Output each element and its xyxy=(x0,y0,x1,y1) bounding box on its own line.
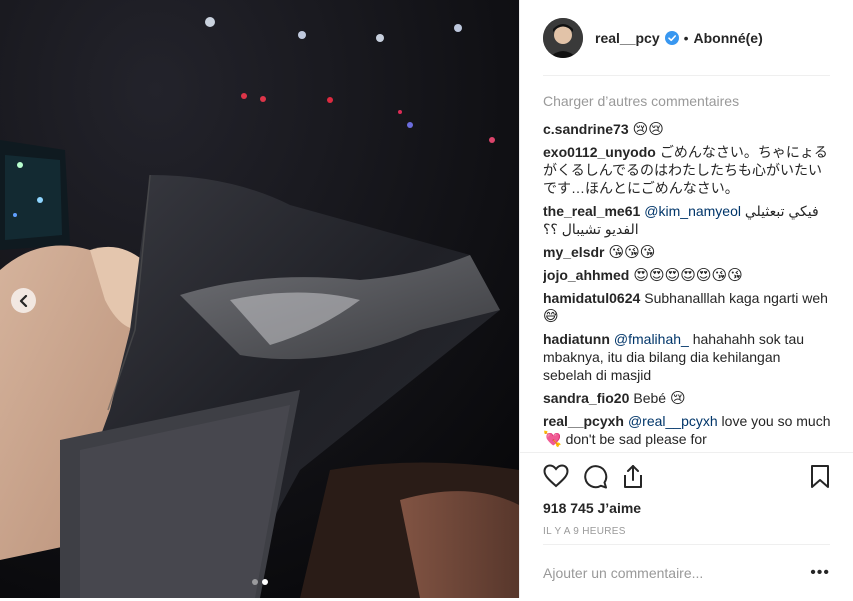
comment-item: hadiatunn @fmalihah_ hahahahh sok tau mba… xyxy=(543,330,833,384)
carousel-dot xyxy=(251,579,258,585)
action-bar xyxy=(520,452,853,500)
comment-item: sandra_fio20 Bebé 😢 xyxy=(543,389,833,407)
avatar[interactable] xyxy=(543,18,583,58)
comment-username[interactable]: my_elsdr xyxy=(543,244,604,260)
comment-username[interactable]: sandra_fio20 xyxy=(543,390,629,406)
carousel-prev-button[interactable] xyxy=(11,288,36,313)
comment-username[interactable]: the_real_me61 xyxy=(543,203,640,219)
comment-item: real__pcyxh @real__pcyxh love you so much… xyxy=(543,412,833,448)
heart-icon xyxy=(543,464,569,488)
post-sidebar: real__pcy • Abonné(e) Charger d’autres c… xyxy=(519,0,853,598)
comment-emoji: 💘 xyxy=(543,430,562,448)
carousel-indicator xyxy=(0,579,519,585)
share-button[interactable] xyxy=(621,464,645,494)
comment-item: c.sandrine73 😢😢 xyxy=(543,120,833,138)
comment-item: exo0112_unyodo ごめんなさい。ちゃにょるがくるしんでるのはわたしたち… xyxy=(543,143,833,197)
comment-button[interactable] xyxy=(583,464,608,494)
comment-item: jojo_ahhmed 😍😍😍😍😍😘😘 xyxy=(543,266,833,284)
comments-list[interactable]: Charger d’autres commentaires c.sandrine… xyxy=(543,76,833,452)
comment-username[interactable]: jojo_ahhmed xyxy=(543,267,629,283)
following-button[interactable]: Abonné(e) xyxy=(694,30,763,46)
post-photo[interactable] xyxy=(0,0,519,598)
comment-text: Subhanalllah kaga ngarti weh xyxy=(644,290,828,306)
comment-mention[interactable]: @real__pcyxh xyxy=(628,413,718,429)
save-button[interactable] xyxy=(810,464,830,494)
post-header: real__pcy • Abonné(e) xyxy=(520,0,853,76)
post-container: real__pcy • Abonné(e) Charger d’autres c… xyxy=(0,0,853,598)
chevron-left-icon xyxy=(19,294,27,307)
comment-text: don't be sad please for xyxy=(561,431,707,447)
comment-text: love you so much xyxy=(717,413,831,429)
comment-username[interactable]: real__pcyxh xyxy=(543,413,624,429)
comment-input[interactable] xyxy=(543,565,783,581)
header-separator: • xyxy=(683,30,689,46)
comment-text: Bebé xyxy=(633,390,670,406)
post-timestamp[interactable]: IL Y A 9 HEURES xyxy=(543,526,626,537)
comment-emoji: 😢😢 xyxy=(632,120,664,138)
share-icon xyxy=(624,465,642,488)
bookmark-icon xyxy=(811,465,829,488)
comment-item: my_elsdr 😘😘😘 xyxy=(543,243,833,261)
likes-count[interactable]: 918 745 J’aime xyxy=(543,500,641,516)
comment-emoji: 😢 xyxy=(669,389,686,407)
like-button[interactable] xyxy=(543,464,569,493)
more-options-button[interactable]: ••• xyxy=(810,564,830,582)
comment-mention[interactable]: @fmalihah_ xyxy=(614,331,689,347)
comment-item: the_real_me61 @kim_namyeol فيكي تبعثيلي ا… xyxy=(543,202,833,238)
comment-username[interactable]: exo0112_unyodo xyxy=(543,144,656,160)
verified-badge-icon xyxy=(664,31,679,45)
comment-username[interactable]: hadiatunn xyxy=(543,331,610,347)
comment-bubble-icon xyxy=(584,465,608,489)
load-more-comments-link[interactable]: Charger d’autres commentaires xyxy=(543,92,833,110)
comment-username[interactable]: hamidatul0624 xyxy=(543,290,640,306)
comment-mention[interactable]: @kim_namyeol xyxy=(644,203,741,219)
add-comment-form: ••• xyxy=(543,544,830,601)
avatar-image xyxy=(543,18,583,58)
comment-emoji: 😘😘😘 xyxy=(608,243,656,261)
carousel-dot xyxy=(261,579,268,585)
post-author-username[interactable]: real__pcy xyxy=(595,30,660,46)
comment-username[interactable]: c.sandrine73 xyxy=(543,121,629,137)
comment-item: hamidatul0624 Subhanalllah kaga ngarti we… xyxy=(543,289,833,325)
comment-emoji: 😍😍😍😍😍😘😘 xyxy=(633,266,743,284)
comment-emoji: 😅 xyxy=(543,307,559,325)
photo-illustration xyxy=(0,0,519,598)
